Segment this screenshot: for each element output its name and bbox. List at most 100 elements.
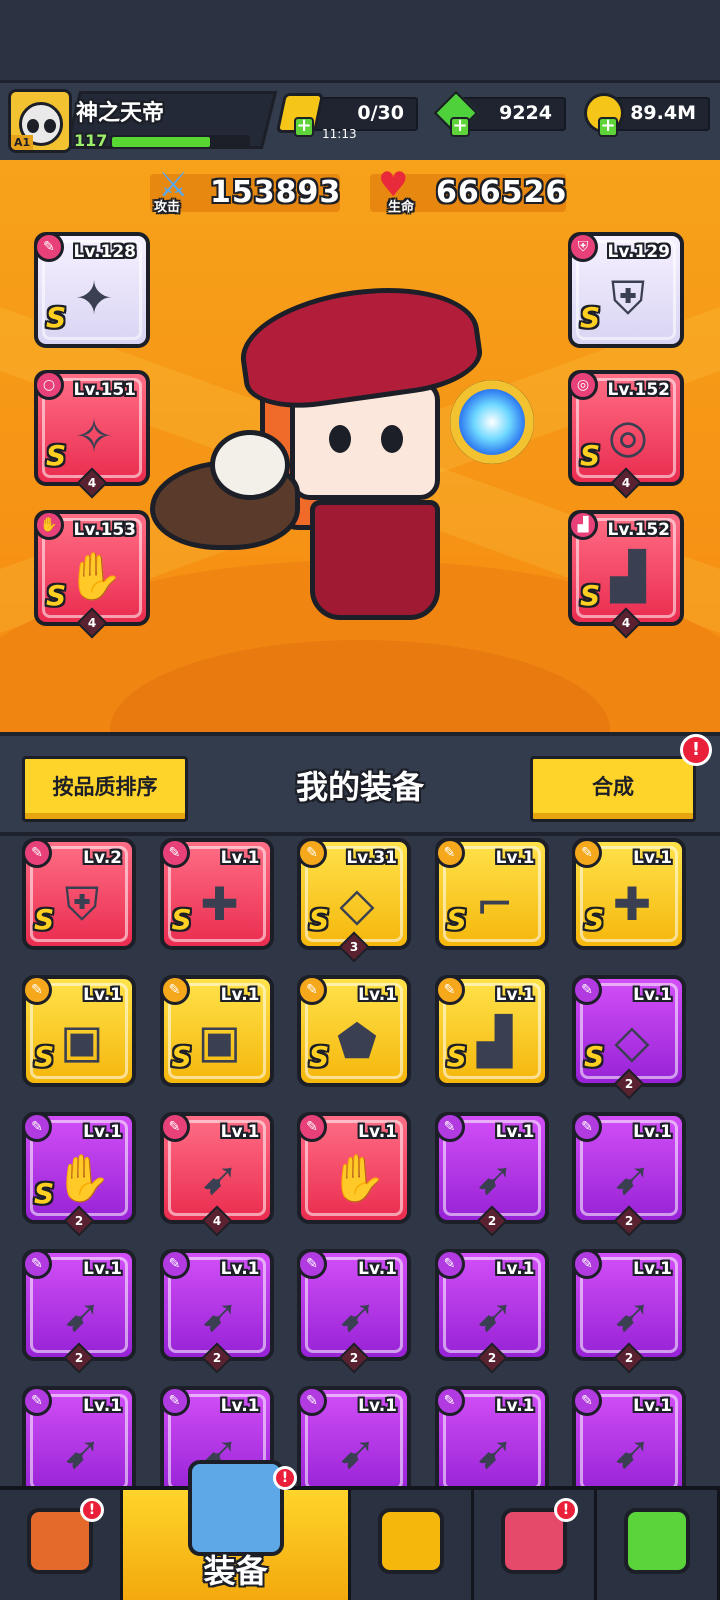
inventory-item[interactable]: ✎ Lv.1 ➹ 2 [434, 1249, 549, 1374]
player-name: 神之天帝 [76, 101, 165, 126]
equipped-armor-slot[interactable]: ⛨ Lv.129 ⛨ S [568, 232, 684, 348]
grade-label: S [34, 1177, 55, 1210]
nav-tab-battle[interactable] [351, 1490, 474, 1600]
chain-necklace-icon: ◇ [339, 877, 375, 931]
slot-type-icon: ✎ [159, 838, 190, 868]
belt-icon: ◎ [568, 370, 598, 400]
inventory-item[interactable]: ✎ Lv.1 ➹ 2 [572, 1112, 686, 1237]
dark-armor-icon: ⬟ [337, 1014, 377, 1068]
boots-icon: ▟ [610, 549, 646, 603]
sort-by-quality-button[interactable]: 按品质排序 [22, 756, 188, 822]
inventory-item[interactable]: ✎ Lv.1 ➹ 2 [434, 1112, 549, 1237]
gem-value: 9224 [499, 102, 552, 124]
nav-tab-evolution[interactable] [597, 1490, 720, 1600]
item-level: Lv.1 [633, 1122, 672, 1142]
eagle-pet-icon [150, 430, 320, 560]
slot-type-icon: ✎ [434, 1112, 465, 1142]
inventory-item[interactable]: ✎ Lv.1 ▣ S [159, 975, 274, 1087]
inventory-item[interactable]: ✎ Lv.1 ✚ S [159, 838, 274, 950]
add-gems-button[interactable]: + [450, 117, 470, 137]
inventory-item[interactable]: ✎ Lv.1 ⬟ S [297, 975, 411, 1087]
boots-icon: ▟ [568, 510, 598, 540]
inventory-item[interactable]: ✎ Lv.1 ▟ S [434, 975, 549, 1087]
robot-armor-icon: ▣ [197, 1014, 242, 1068]
inventory-item[interactable]: ✎ Lv.1 ⌐ S [434, 838, 549, 950]
inventory-item[interactable]: ✎ Lv.1 ➹ [434, 1386, 549, 1486]
status-area [0, 0, 720, 80]
inventory-item[interactable]: ✎ Lv.1 ✋ S 2 [22, 1112, 136, 1237]
slot-type-icon: ✎ [297, 1386, 327, 1416]
xp-bar-fill [112, 137, 210, 147]
armor-icon: ⛨ [64, 877, 100, 931]
grade-label: S [46, 579, 67, 612]
rank-badge: A1 [11, 135, 34, 150]
xp-bar [110, 135, 250, 149]
slot-type-icon: ✎ [22, 1386, 52, 1416]
nav-tab-equipment[interactable]: 装备! [123, 1460, 351, 1600]
grade-label: S [309, 1040, 330, 1073]
player-avatar[interactable]: A1 [8, 89, 72, 153]
inventory-item[interactable]: ✎ Lv.1 ➹ 4 [159, 1112, 274, 1237]
energy-counter[interactable]: + 0/30 [275, 93, 418, 137]
kunai-icon: ➹ [475, 1425, 514, 1479]
alert-badge: ! [273, 1466, 297, 1490]
inventory-item[interactable]: ✎ Lv.1 ➹ 2 [159, 1249, 274, 1374]
kunai-icon: ➹ [200, 1151, 239, 1205]
gloves-icon: ✋ [34, 510, 64, 540]
kunai-icon: ➹ [612, 1288, 652, 1342]
nav-tab-gacha[interactable]: ! [474, 1490, 597, 1600]
slot-type-icon: ✎ [572, 1386, 602, 1416]
slot-type-icon: ✎ [297, 838, 327, 868]
equipped-boots-slot[interactable]: ▟ Lv.152 ▟ S 4 [568, 510, 684, 639]
kunai-icon: ➹ [612, 1151, 652, 1205]
gem-counter[interactable]: + 9224 [433, 90, 566, 137]
inventory-item[interactable]: ✎ Lv.2 ⛨ S [22, 838, 136, 950]
inventory-item[interactable]: ✎ Lv.1 ✋ [297, 1112, 411, 1224]
inventory-item[interactable]: ✎ Lv.1 ▣ S [22, 975, 136, 1087]
merge-button[interactable]: 合成 [530, 756, 696, 822]
inventory-item[interactable]: ✎ Lv.1 ➹ 2 [297, 1249, 411, 1374]
inventory-item[interactable]: ✎ Lv.1 ➹ 2 [22, 1249, 136, 1374]
equipped-belt-slot[interactable]: ◎ Lv.152 ◎ S 4 [568, 370, 684, 499]
item-level: Lv.128 [73, 242, 136, 262]
merge-alert-badge: ! [680, 734, 712, 766]
slot-type-icon: ✎ [297, 975, 327, 1005]
alert-badge: ! [80, 1498, 104, 1522]
add-coins-button[interactable]: + [598, 117, 618, 137]
grade-label: S [584, 1040, 605, 1073]
slot-type-icon: ✎ [22, 1112, 52, 1142]
weapon-icon: ✎ [34, 232, 64, 262]
player-topbar: A1 神之天帝 117 + 0/30 11:13 + 9224 + 89.4M [0, 80, 720, 160]
add-energy-button[interactable]: + [294, 117, 314, 137]
alert-badge: ! [554, 1498, 578, 1522]
item-level: Lv.1 [220, 1122, 260, 1142]
hp-stat: ♥ 生命 666526 [370, 168, 566, 215]
belt-icon: ◎ [607, 409, 649, 463]
inventory-item[interactable]: ✎ Lv.1 ➹ [297, 1386, 411, 1486]
grade-label: S [446, 1040, 467, 1073]
equipped-gloves-slot[interactable]: ✋ Lv.153 ✋ S 4 [34, 510, 150, 639]
inventory-item[interactable]: ✎ Lv.31 ◇ S 3 [297, 838, 411, 963]
grade-label: S [46, 301, 67, 334]
coin-counter[interactable]: + 89.4M [584, 93, 710, 137]
inventory-item[interactable]: ✎ Lv.1 ◇ S 2 [572, 975, 686, 1100]
item-level: Lv.152 [607, 520, 670, 540]
grade-label: S [34, 903, 55, 936]
grade-label: S [580, 301, 601, 334]
slot-type-icon: ✎ [297, 1249, 327, 1279]
nav-tab-shop[interactable]: ! [0, 1490, 123, 1600]
kunai-icon: ➹ [200, 1288, 239, 1342]
equipped-necklace-slot[interactable]: ○ Lv.151 ✧ S 4 [34, 370, 150, 499]
grade-label: S [446, 903, 467, 936]
inventory-item[interactable]: ✎ Lv.1 ➹ [22, 1386, 136, 1486]
item-level: Lv.1 [358, 1259, 397, 1279]
armor-icon: ⛨ [568, 232, 598, 262]
inventory-item[interactable]: ✎ Lv.1 ✚ S [572, 838, 686, 950]
equipment-title: 我的装备 [295, 768, 424, 806]
inventory-item[interactable]: ✎ Lv.1 ➹ [572, 1386, 686, 1486]
energy-timer: 11:13 [322, 127, 357, 141]
equipped-weapon-slot[interactable]: ✎ Lv.128 ✦ S [34, 232, 150, 348]
inventory-item[interactable]: ✎ Lv.1 ➹ 2 [572, 1249, 686, 1374]
item-level: Lv.1 [633, 985, 672, 1005]
item-level: Lv.1 [358, 985, 397, 1005]
